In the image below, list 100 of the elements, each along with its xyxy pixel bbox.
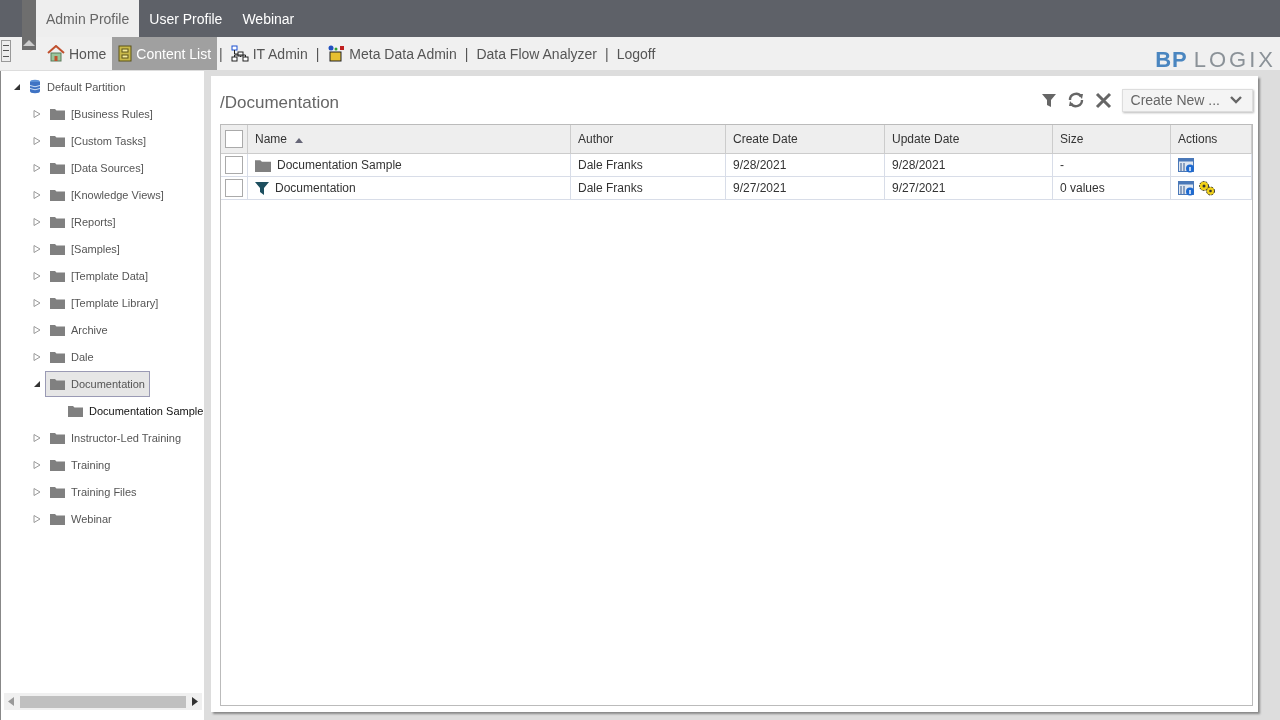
table-cell: 9/27/2021 <box>884 176 1053 200</box>
collapse-icon[interactable] <box>13 82 21 91</box>
tree-item[interactable]: [Data Sources] <box>45 154 149 181</box>
expand-icon[interactable] <box>33 109 41 118</box>
horizontal-scrollbar[interactable] <box>4 693 202 710</box>
column-header[interactable]: Name <box>247 125 571 154</box>
nav-link[interactable]: Logoff <box>610 37 662 70</box>
network-icon <box>230 45 249 62</box>
chevron-down-icon <box>1230 96 1242 104</box>
tree-item[interactable]: Archive <box>45 316 113 343</box>
expand-icon[interactable] <box>33 190 41 199</box>
expand-icon[interactable] <box>33 352 41 361</box>
expand-icon[interactable] <box>33 244 41 253</box>
profile-tab[interactable]: User Profile <box>139 0 233 37</box>
scroll-right-icon[interactable] <box>192 697 198 706</box>
gears-icon[interactable] <box>1198 180 1216 196</box>
column-header[interactable]: Update Date <box>884 125 1053 154</box>
tree-item[interactable]: [Knowledge Views] <box>45 181 169 208</box>
cabinet-icon <box>118 45 133 62</box>
menu-icon[interactable] <box>1 40 11 62</box>
tree-item[interactable]: Training <box>45 451 116 478</box>
tree-item[interactable]: Webinar <box>45 505 117 532</box>
tree-item[interactable]: Instructor-Led Training <box>45 424 187 451</box>
expand-icon[interactable] <box>33 217 41 226</box>
separator: | <box>604 44 610 64</box>
logo: BP LOGIX <box>1155 47 1276 73</box>
tree-item[interactable]: Dale <box>45 343 99 370</box>
column-header[interactable]: Actions <box>1170 125 1252 154</box>
tree-item[interactable]: Default Partition <box>47 80 126 93</box>
table-cell: 0 values <box>1052 176 1171 200</box>
folder-icon <box>50 512 65 525</box>
tree-item[interactable]: [Custom Tasks] <box>45 127 151 154</box>
tree-item[interactable]: [Samples] <box>45 235 125 262</box>
tree-item[interactable]: [Business Rules] <box>45 100 158 127</box>
tree-item[interactable]: [Template Data] <box>45 262 154 289</box>
folder-icon <box>50 161 65 174</box>
filter-icon <box>255 181 269 195</box>
table-cell: Dale Franks <box>570 176 726 200</box>
folder-icon <box>50 215 65 228</box>
item-name[interactable]: Documentation <box>275 181 356 195</box>
separator: | <box>218 44 224 64</box>
tree-item[interactable]: Documentation <box>45 370 150 397</box>
row-checkbox[interactable] <box>225 179 243 197</box>
separator: | <box>463 44 470 64</box>
folder-icon <box>50 242 65 255</box>
select-all-checkbox[interactable] <box>225 130 243 148</box>
tree-item[interactable]: Training Files <box>45 478 142 505</box>
table-cell: Dale Franks <box>570 153 726 177</box>
house-icon <box>47 45 65 62</box>
folder-icon <box>50 107 65 120</box>
tree-item[interactable]: Documentation Sample <box>63 397 209 424</box>
expand-icon[interactable] <box>33 487 41 496</box>
nav-link[interactable]: IT Admin <box>224 37 314 70</box>
properties-icon[interactable] <box>1178 157 1195 173</box>
scrollbar-thumb[interactable] <box>20 695 186 708</box>
filter-icon[interactable] <box>1040 92 1057 108</box>
expand-icon[interactable] <box>33 325 41 334</box>
panel-handle[interactable] <box>22 0 36 50</box>
folder-icon <box>50 485 65 498</box>
create-new-dropdown[interactable]: Create New ... <box>1121 88 1253 112</box>
nav-link[interactable]: Meta Data Admin <box>321 37 463 70</box>
folder-icon <box>50 458 65 471</box>
sort-ascending-icon <box>295 138 303 143</box>
profile-tab[interactable]: Admin Profile <box>36 0 140 37</box>
expand-icon[interactable] <box>33 460 41 469</box>
folder-icon <box>50 269 65 282</box>
expand-icon[interactable] <box>33 514 41 523</box>
column-header[interactable]: Create Date <box>725 125 885 154</box>
folder-icon <box>50 296 65 309</box>
expand-icon[interactable] <box>33 271 41 280</box>
column-header[interactable]: Size <box>1052 125 1171 154</box>
nav-link[interactable]: Data Flow Analyzer <box>470 37 603 70</box>
table-cell: 9/28/2021 <box>725 153 885 177</box>
folder-icon <box>68 404 83 417</box>
tree-item[interactable]: [Reports] <box>45 208 121 235</box>
folder-icon <box>50 134 65 147</box>
row-checkbox[interactable] <box>225 156 243 174</box>
database-icon <box>29 79 41 94</box>
folder-icon <box>50 188 65 201</box>
table-cell: - <box>1052 153 1171 177</box>
expand-icon[interactable] <box>33 163 41 172</box>
profile-tab[interactable]: Webinar <box>232 0 305 37</box>
collapse-icon[interactable] <box>33 379 41 388</box>
folder-icon <box>50 377 65 390</box>
tree-item[interactable]: [Template Library] <box>45 289 164 316</box>
nav-link[interactable]: Home <box>41 37 113 70</box>
separator: | <box>314 44 321 64</box>
folder-icon <box>255 158 271 172</box>
column-header[interactable]: Author <box>570 125 726 154</box>
folder-path: /Documentation <box>220 93 340 113</box>
scroll-left-icon[interactable] <box>8 697 14 706</box>
expand-icon[interactable] <box>33 136 41 145</box>
folder-icon <box>50 323 65 336</box>
refresh-icon[interactable] <box>1066 91 1085 109</box>
box-icon <box>327 45 346 62</box>
folder-icon <box>50 431 65 444</box>
expand-icon[interactable] <box>33 433 41 442</box>
expand-icon[interactable] <box>33 298 41 307</box>
table-cell: 9/27/2021 <box>725 176 885 200</box>
properties-icon[interactable] <box>1178 180 1195 196</box>
